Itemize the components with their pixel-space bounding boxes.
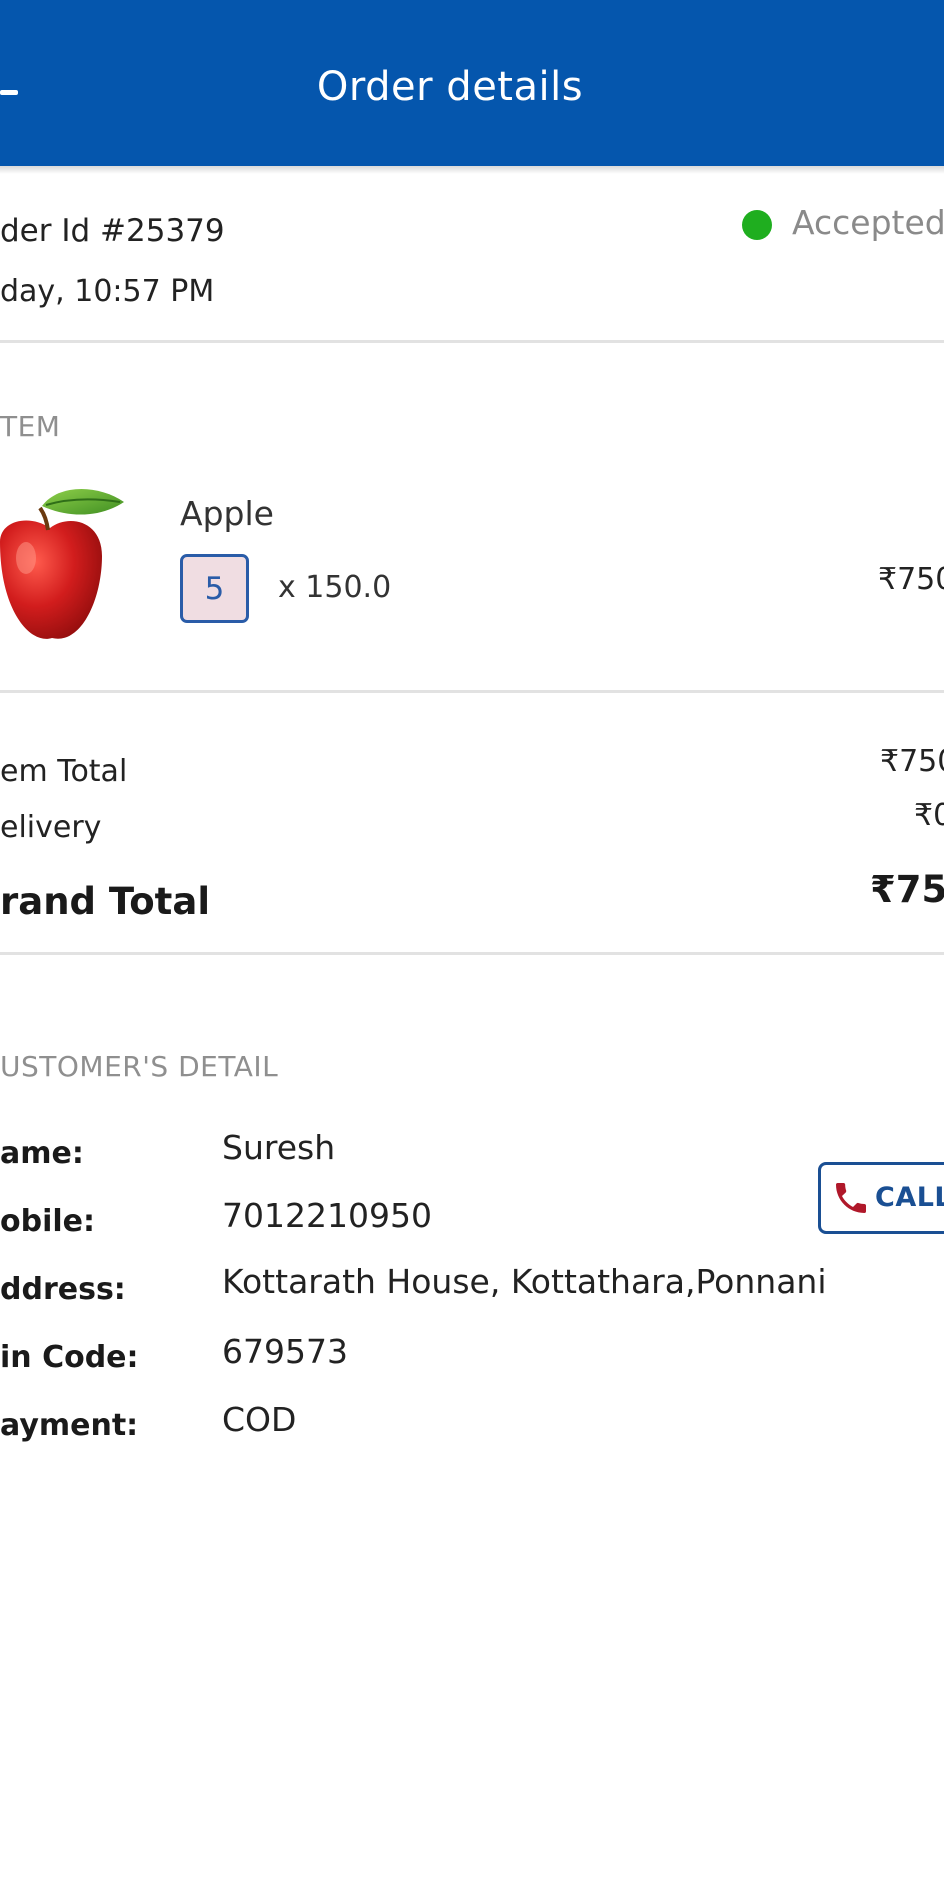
item-name: Apple: [180, 494, 274, 533]
status-dot-icon: [742, 210, 772, 240]
app-bar-shadow: [0, 166, 944, 174]
call-button[interactable]: CALL: [818, 1162, 944, 1234]
apple-product-image: [0, 480, 136, 650]
order-time: day, 10:57 PM: [0, 274, 215, 309]
divider: [0, 952, 944, 955]
address-label: ddress:: [0, 1272, 126, 1307]
delivery-value: ₹0: [914, 798, 944, 833]
payment-label: ayment:: [0, 1408, 139, 1443]
delivery-label: elivery: [0, 810, 102, 845]
item-total-value: ₹750: [880, 744, 944, 779]
item-quantity: 5: [180, 554, 249, 623]
phone-icon: [836, 1183, 866, 1213]
pincode-value: 679573: [222, 1332, 348, 1371]
order-status: Accepted: [792, 203, 944, 242]
address-value: Kottarath House, Kottathara,Ponnani: [222, 1262, 827, 1301]
name-label: ame:: [0, 1136, 84, 1171]
call-button-label: CALL: [875, 1182, 944, 1213]
page-title: Order details: [316, 64, 584, 110]
order-details-screen: Order details der Id #25379 day, 10:57 P…: [0, 0, 944, 1888]
name-value: Suresh: [222, 1128, 336, 1167]
mobile-value: 7012210950: [222, 1196, 432, 1235]
mobile-label: obile:: [0, 1204, 95, 1239]
divider: [0, 340, 944, 343]
divider: [0, 690, 944, 693]
item-total-label: em Total: [0, 754, 128, 789]
customer-section-label: USTOMER'S DETAIL: [0, 1050, 279, 1083]
payment-value: COD: [222, 1400, 297, 1439]
item-amount: ₹750: [878, 562, 944, 597]
item-unit-price: x 150.0: [278, 570, 392, 605]
grand-total-value: ₹750: [870, 868, 944, 911]
order-id: der Id #25379: [0, 213, 225, 249]
items-section-label: TEM: [0, 410, 61, 443]
grand-total-label: rand Total: [0, 880, 211, 923]
pincode-label: in Code:: [0, 1340, 139, 1375]
app-bar: Order details: [0, 0, 944, 166]
